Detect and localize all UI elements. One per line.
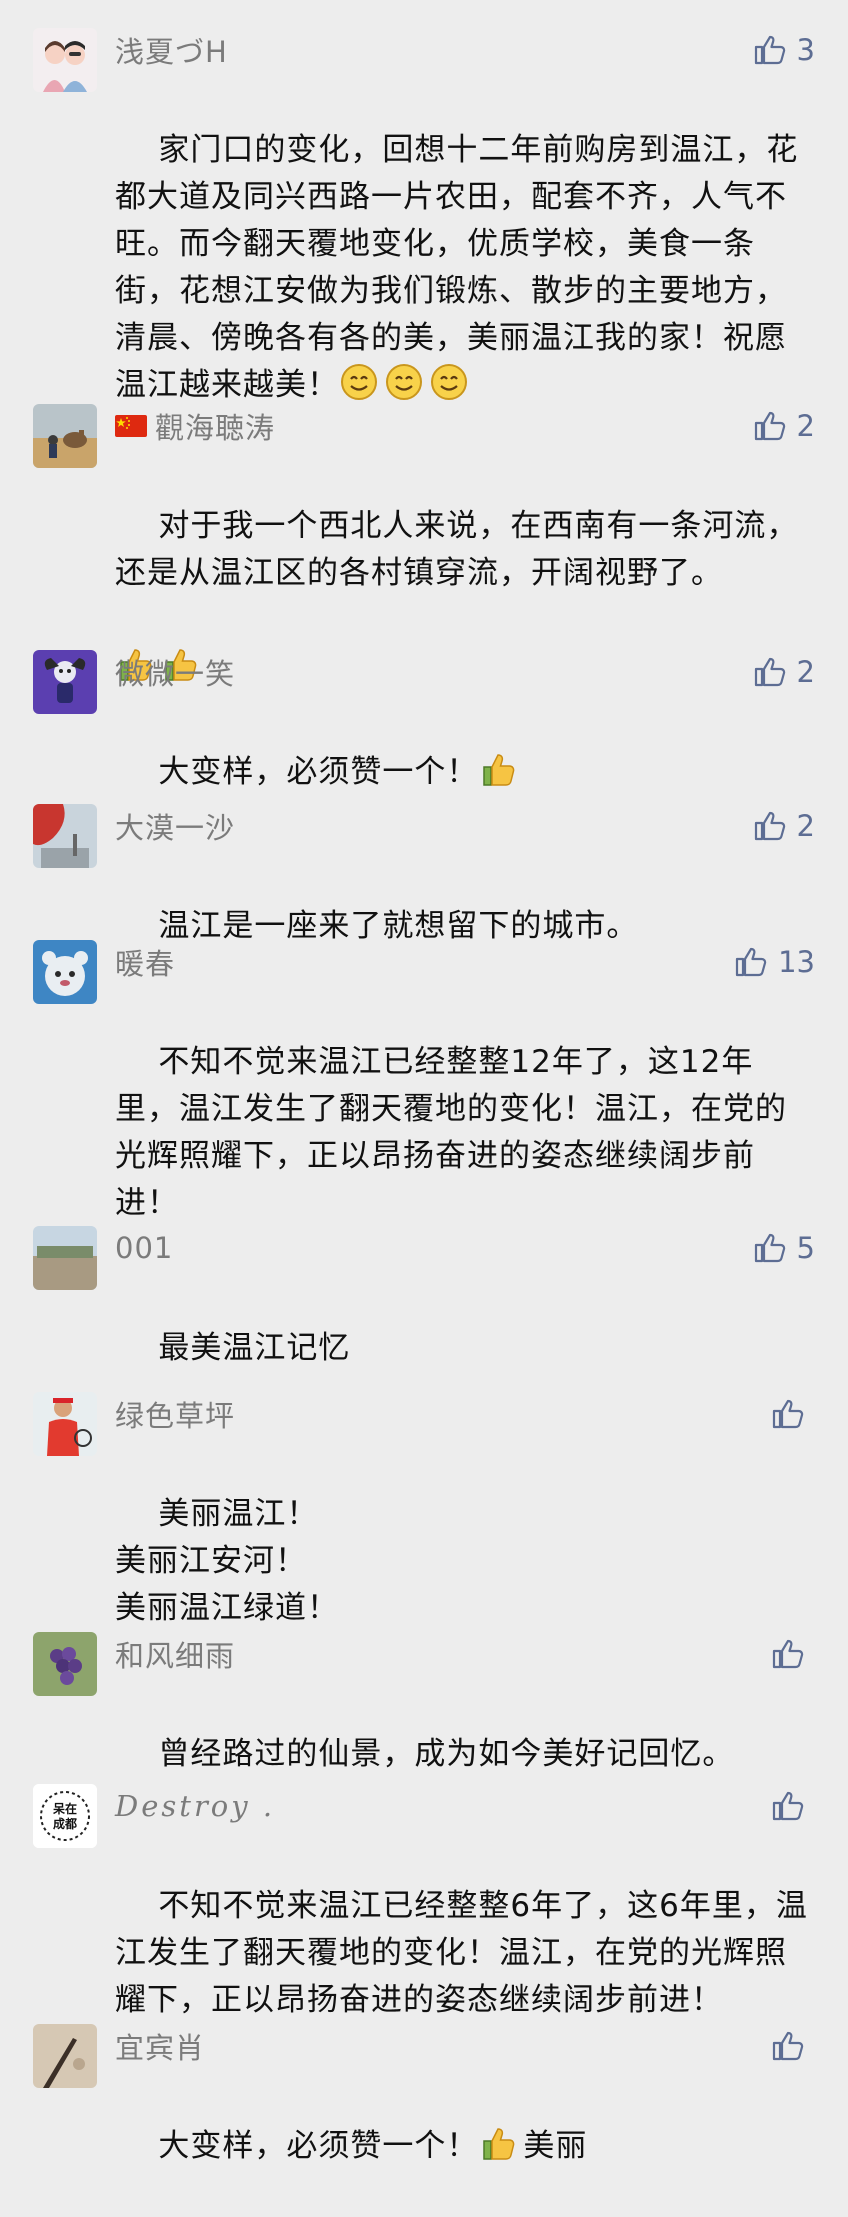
- name-row: Destroy .: [115, 1784, 275, 1828]
- smile-emoji-icon: [384, 362, 424, 402]
- like-button[interactable]: [771, 2026, 815, 2066]
- avatar[interactable]: [33, 28, 97, 92]
- avatar-text: 呆在: [52, 1801, 77, 1816]
- thumbs-up-icon: [754, 35, 785, 65]
- commenter-name[interactable]: 大漠一沙: [115, 805, 235, 847]
- comment-body: 对于我一个西北人来说，在西南有一条河流，还是从温江区的各村镇穿流，开阔视野了。: [115, 508, 799, 591]
- comment-text: 家门口的变化，回想十二年前购房到温江，花都大道及同兴西路一片农田，配套不齐，人气…: [115, 80, 815, 456]
- avatar[interactable]: [33, 650, 97, 714]
- avatar[interactable]: [33, 804, 97, 868]
- avatar[interactable]: [33, 2024, 97, 2088]
- avatar[interactable]: 呆在 成都: [33, 1784, 97, 1848]
- name-row: 001: [115, 1226, 173, 1270]
- comment-body-tail: 美丽: [523, 2128, 588, 2164]
- name-row: 暖春: [115, 940, 175, 984]
- like-count: 2: [796, 409, 815, 443]
- name-row: 觀海聴涛: [115, 404, 275, 448]
- comment-body: 最美温江记忆: [158, 1330, 351, 1366]
- commenter-name[interactable]: 和风细雨: [115, 1633, 235, 1675]
- like-button[interactable]: 2: [753, 652, 815, 692]
- comment-text: 不知不觉来温江已经整整12年了，这12年里，温江发生了翻天覆地的变化！温江，在党…: [115, 992, 815, 1274]
- commenter-name[interactable]: 浅夏づH: [115, 29, 228, 71]
- avatar[interactable]: [33, 940, 97, 1004]
- commenter-name[interactable]: 绿色草坪: [115, 1393, 235, 1435]
- avatar[interactable]: [33, 1226, 97, 1290]
- comment-text: 不知不觉来温江已经整整6年了，这6年里，温江发生了翻天覆地的变化！温江，在党的光…: [115, 1836, 815, 2071]
- thumbs-up-icon: [754, 1233, 785, 1263]
- thumbs-up-icon: [772, 1399, 804, 1429]
- avatar[interactable]: [33, 1392, 97, 1456]
- commenter-name[interactable]: 001: [115, 1231, 173, 1265]
- commenter-name[interactable]: Destroy .: [115, 1789, 275, 1823]
- comment-body: 曾经路过的仙景，成为如今美好记回忆。: [158, 1736, 735, 1772]
- comment-body: 大变样，必须赞一个！: [158, 754, 479, 790]
- thumbs-up-icon: [772, 1791, 804, 1821]
- like-count: 13: [778, 945, 815, 979]
- comment-body: 温江是一座来了就想留下的城市。: [158, 908, 639, 944]
- commenter-name[interactable]: 觀海聴涛: [155, 405, 275, 447]
- comment-text: 温江是一座来了就想留下的城市。: [115, 856, 815, 997]
- thumbs-up-icon: [735, 947, 767, 977]
- name-row: 绿色草坪: [115, 1392, 235, 1436]
- like-button[interactable]: [771, 1394, 815, 1434]
- like-button[interactable]: [771, 1634, 815, 1674]
- name-row: 和风细雨: [115, 1632, 235, 1676]
- like-button[interactable]: 2: [753, 806, 815, 846]
- commenter-name[interactable]: 微微一笑: [115, 651, 235, 693]
- avatar[interactable]: [33, 404, 97, 468]
- thumbs-up-icon: [754, 411, 785, 441]
- thumbs-up-emoji-icon: [478, 2123, 518, 2163]
- avatar-text: 成都: [53, 1816, 77, 1831]
- thumbs-up-icon: [754, 811, 785, 841]
- commenter-name[interactable]: 暖春: [115, 941, 175, 983]
- like-button[interactable]: 13: [734, 942, 815, 982]
- comment-body: 大变样，必须赞一个！: [158, 2128, 479, 2164]
- like-count: 3: [796, 33, 815, 67]
- avatar[interactable]: [33, 1632, 97, 1696]
- like-count: 2: [796, 655, 815, 689]
- name-row: 浅夏づH: [115, 28, 228, 72]
- comment-body: 不知不觉来温江已经整整12年了，这12年里，温江发生了翻天覆地的变化！温江，在党…: [115, 1044, 787, 1221]
- thumbs-up-icon: [772, 1639, 804, 1669]
- like-button[interactable]: 3: [753, 30, 815, 70]
- thumbs-up-icon: [772, 2031, 804, 2061]
- thumbs-up-icon: [754, 657, 785, 687]
- smile-emoji-icon: [339, 362, 379, 402]
- name-row: 宜宾肖: [115, 2024, 205, 2068]
- commenter-name[interactable]: 宜宾肖: [115, 2025, 205, 2067]
- comment-body: 不知不觉来温江已经整整6年了，这6年里，温江发生了翻天覆地的变化！温江，在党的光…: [115, 1888, 808, 2018]
- like-count: 5: [796, 1231, 815, 1265]
- like-button[interactable]: [771, 1786, 815, 1826]
- thumbs-up-emoji-icon: [478, 749, 518, 789]
- like-count: 2: [796, 809, 815, 843]
- smile-emoji-icon: [429, 362, 469, 402]
- like-button[interactable]: 5: [753, 1228, 815, 1268]
- name-row: 大漠一沙: [115, 804, 235, 848]
- comment-body: 美丽温江！ 美丽江安河！ 美丽温江绿道！: [115, 1496, 339, 1626]
- china-flag-icon: [115, 415, 147, 437]
- name-row: 微微一笑: [115, 650, 235, 694]
- like-button[interactable]: 2: [753, 406, 815, 446]
